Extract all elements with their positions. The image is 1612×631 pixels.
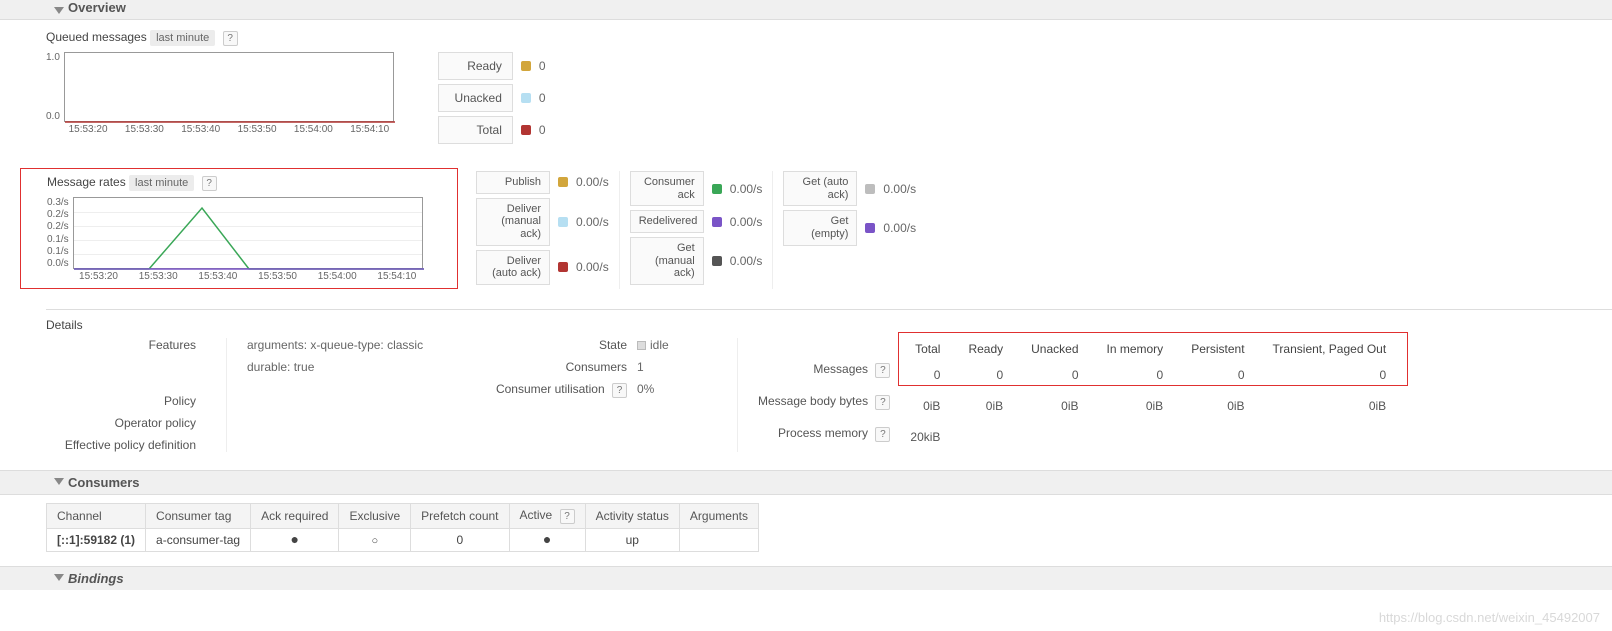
message-rates-highlight: Message rates last minute ? 0.3/s 0.2/s … [20,168,458,289]
state-label: State [487,338,637,352]
bindings-title: Bindings [68,571,124,586]
swatch-icon [865,223,875,233]
table-row: 0 0 0 0 0 0 [896,360,1400,391]
caret-down-icon [54,574,64,581]
help-icon[interactable]: ? [560,509,575,524]
consumers-section-header[interactable]: Consumers [0,470,1612,495]
legend-total-label[interactable]: Total [438,116,513,144]
message-rates-label: Message rates last minute ? [21,175,447,191]
details-grid: Features Policy Operator policy Effectiv… [0,338,1612,452]
bindings-section-header[interactable]: Bindings [0,566,1612,590]
swatch-icon [521,61,531,71]
overview-section-header[interactable]: Overview [0,0,1612,20]
help-icon[interactable]: ? [202,176,217,191]
swatch-icon [865,184,875,194]
legend-unacked-label[interactable]: Unacked [438,84,513,112]
queued-messages-label: Queued messages last minute ? [46,30,1612,46]
swatch-icon [712,256,722,266]
rate-deliver-auto-label[interactable]: Deliver (auto ack) [476,250,550,285]
queued-chart: 1.0 0.0 15:53:20 15:53:30 15:53:40 15:53… [46,52,398,135]
stats-messages-label: Messages [813,362,868,376]
details-heading: Details [0,318,1612,332]
queued-messages-block: Queued messages last minute ? 1.0 0.0 15… [0,20,1612,299]
legend-ready-label[interactable]: Ready [438,52,513,80]
rate-redelivered-label[interactable]: Redelivered [630,210,704,233]
consumers-count-label: Consumers [487,360,637,374]
active-dot-icon: ● [543,531,551,547]
caret-down-icon [54,7,64,14]
policy-label: Policy [46,394,206,408]
period-chip[interactable]: last minute [129,175,194,191]
table-row: 0iB 0iB 0iB 0iB 0iB 0iB [896,391,1400,422]
exclusive-dot-icon: ○ [371,535,378,547]
rate-consumer-ack-label[interactable]: Consumer ack [630,171,704,206]
swatch-icon [521,125,531,135]
consumers-title: Consumers [68,475,140,490]
queued-legend: Ready 0 Unacked 0 Total 0 [438,52,546,148]
swatch-icon [712,184,722,194]
swatch-icon [558,217,568,227]
features-label: Features [46,338,206,352]
period-chip[interactable]: last minute [150,30,215,46]
caret-down-icon [54,478,64,485]
rate-publish-label[interactable]: Publish [476,171,550,194]
rate-get-auto-label[interactable]: Get (auto ack) [783,171,857,206]
swatch-icon [712,217,722,227]
rates-legend: Publish 0.00/s Deliver (manual ack) 0.00… [466,171,1612,289]
ack-required-dot-icon: ● [291,531,299,547]
effective-policy-label: Effective policy definition [46,438,206,452]
watermark: https://blog.csdn.net/weixin_45492007 [1379,610,1600,625]
swatch-icon [558,262,568,272]
stats-bodybytes-label: Message body bytes [758,394,868,408]
channel-link[interactable]: [::1]:59182 (1) [57,533,135,547]
help-icon[interactable]: ? [875,395,890,410]
consumer-util-label: Consumer utilisation [496,382,605,396]
stats-table: Total Ready Unacked In memory Persistent… [896,338,1400,452]
table-row: [::1]:59182 (1) a-consumer-tag ● ○ 0 ● u… [47,528,759,551]
help-icon[interactable]: ? [875,363,890,378]
rates-chart: 0.3/s 0.2/s 0.2/s 0.1/s 0.1/s 0.0/s [47,197,427,282]
help-icon[interactable]: ? [875,427,890,442]
operator-policy-label: Operator policy [46,416,206,430]
rate-deliver-manual-label[interactable]: Deliver (manual ack) [476,198,550,246]
swatch-icon [521,93,531,103]
stats-procmem-label: Process memory [778,426,868,440]
help-icon[interactable]: ? [612,383,627,398]
swatch-icon [558,177,568,187]
rate-get-manual-label[interactable]: Get (manual ack) [630,237,704,285]
table-row: 20kiB [896,421,1400,452]
consumers-table: Channel Consumer tag Ack required Exclus… [46,503,759,552]
idle-state-icon [637,341,646,350]
help-icon[interactable]: ? [223,31,238,46]
rate-get-empty-label[interactable]: Get (empty) [783,210,857,245]
overview-title: Overview [68,0,126,15]
